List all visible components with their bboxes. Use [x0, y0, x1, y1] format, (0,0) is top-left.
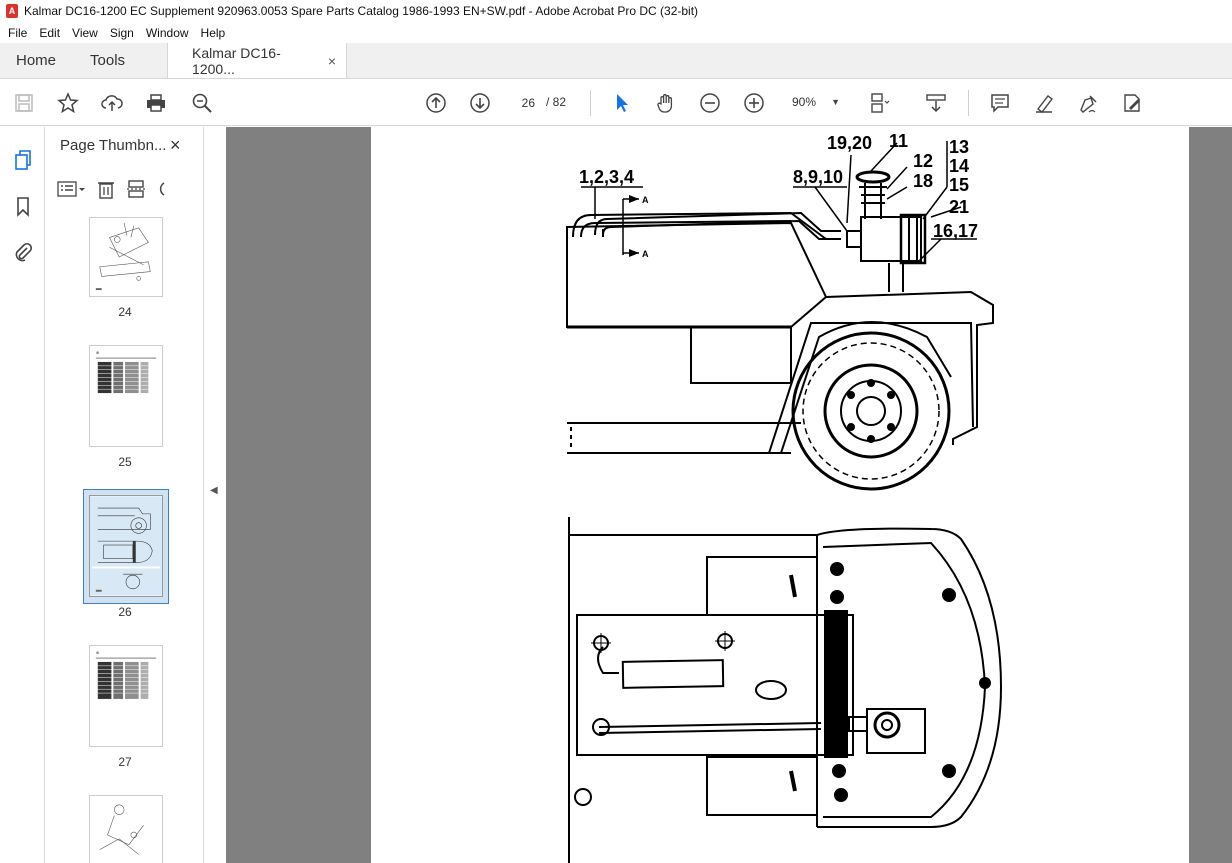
extract-page-icon[interactable]: [126, 179, 146, 202]
thumbnail-list: 24 ⊗ 25 26 ⊗ 27: [46, 217, 186, 863]
delete-page-icon[interactable]: [96, 179, 116, 202]
title-bar: A Kalmar DC16-1200 EC Supplement 920963.…: [0, 0, 1232, 22]
callout-13: 13: [949, 137, 969, 157]
page-thumbnail-25[interactable]: ⊗: [89, 345, 163, 447]
acrobat-app-icon: A: [6, 4, 18, 18]
tab-home[interactable]: Home: [0, 43, 72, 78]
thumbnail-label-26: 26: [118, 605, 132, 619]
callout-15: 15: [949, 175, 969, 195]
page-thumbnail-28[interactable]: [89, 795, 163, 863]
comment-icon[interactable]: [988, 91, 1012, 115]
hand-tool-icon[interactable]: [654, 91, 678, 115]
callout-12: 12: [913, 151, 933, 171]
page-thumbnail-24[interactable]: [89, 217, 163, 297]
panel-title: Page Thumbn...: [60, 137, 167, 154]
menu-sign[interactable]: Sign: [104, 26, 140, 40]
current-page-input[interactable]: 26: [510, 91, 540, 113]
pdf-page: 1,2,3,4 8,9,10 19,20 11 12 18 13 14 15 2…: [371, 127, 1189, 863]
window-title: Kalmar DC16-1200 EC Supplement 920963.00…: [24, 4, 699, 18]
callout-16-17: 16,17: [933, 221, 978, 241]
section-label-a-bottom: A: [642, 249, 649, 259]
thumbnail-options-icon[interactable]: [56, 180, 86, 201]
sign-pen-icon[interactable]: [1076, 91, 1100, 115]
select-tool-icon[interactable]: [610, 91, 634, 115]
toolbar-divider: [590, 90, 591, 116]
callout-1-2-3-4: 1,2,3,4: [579, 167, 634, 187]
thumbnail-label-25: 25: [118, 455, 132, 469]
callout-19-20: 19,20: [827, 133, 872, 153]
next-page-icon[interactable]: [468, 91, 492, 115]
menu-view[interactable]: View: [66, 26, 104, 40]
save-icon[interactable]: [12, 91, 36, 115]
tab-bar: Home Tools Kalmar DC16-1200... ×: [0, 43, 1232, 79]
highlight-pen-icon[interactable]: [1032, 91, 1056, 115]
tab-tools[interactable]: Tools: [72, 43, 141, 78]
close-tab-icon[interactable]: ×: [328, 53, 336, 69]
toolbar: 26 / 82 90% ▼: [0, 80, 1232, 126]
rotate-page-icon[interactable]: [156, 179, 166, 202]
menu-file[interactable]: File: [2, 26, 33, 40]
callout-21: 21: [949, 197, 969, 217]
attachments-icon[interactable]: [10, 239, 36, 265]
thumbnail-label-27: 27: [118, 755, 132, 769]
page-thumbnails-panel: Page Thumbn... × 24 ⊗ 25 26 ⊗ 27: [46, 127, 244, 863]
edit-document-icon[interactable]: [1120, 91, 1144, 115]
page-layout-icon[interactable]: [868, 91, 892, 115]
thumbnail-label-24: 24: [118, 305, 132, 319]
panel-toolbar: [56, 175, 201, 205]
zoom-search-icon[interactable]: [190, 91, 214, 115]
callout-11: 11: [889, 131, 908, 151]
close-panel-icon[interactable]: ×: [170, 135, 181, 156]
collapse-panel-icon[interactable]: ◀: [210, 485, 218, 496]
callout-14: 14: [949, 156, 969, 176]
page-thumbnail-26[interactable]: [89, 495, 163, 597]
bookmarks-icon[interactable]: [10, 193, 36, 219]
document-tab-label: Kalmar DC16-1200...: [192, 44, 281, 77]
page-total: / 82: [546, 95, 567, 109]
svg-text:⊗: ⊗: [96, 350, 99, 355]
tab-document[interactable]: Kalmar DC16-1200... ×: [167, 43, 348, 78]
zoom-out-icon[interactable]: [698, 91, 722, 115]
section-label-a-top: A: [642, 195, 649, 205]
callout-8-9-10: 8,9,10: [793, 167, 843, 187]
zoom-level-select[interactable]: 90% ▼: [786, 91, 842, 113]
cloud-upload-icon[interactable]: [100, 91, 124, 115]
toolbar-divider: [968, 90, 969, 116]
svg-text:⊗: ⊗: [96, 650, 99, 655]
menu-window[interactable]: Window: [140, 26, 195, 40]
technical-drawing: 1,2,3,4 8,9,10 19,20 11 12 18 13 14 15 2…: [566, 131, 1003, 863]
zoom-in-icon[interactable]: [742, 91, 766, 115]
page-thumbnail-27[interactable]: ⊗: [89, 645, 163, 747]
menu-help[interactable]: Help: [195, 26, 232, 40]
scrolling-mode-icon[interactable]: [924, 91, 948, 115]
bookmark-star-icon[interactable]: [56, 91, 80, 115]
callout-18: 18: [913, 171, 933, 191]
zoom-level-value: 90%: [792, 95, 817, 109]
print-icon[interactable]: [144, 91, 168, 115]
menu-edit[interactable]: Edit: [33, 26, 66, 40]
chevron-down-icon: ▼: [831, 97, 840, 107]
left-navigation-rail: [0, 127, 45, 863]
menu-bar: File Edit View Sign Window Help: [0, 22, 1232, 43]
document-viewer[interactable]: 1,2,3,4 8,9,10 19,20 11 12 18 13 14 15 2…: [226, 127, 1232, 863]
page-thumbnails-icon[interactable]: [10, 147, 36, 173]
previous-page-icon[interactable]: [424, 91, 448, 115]
